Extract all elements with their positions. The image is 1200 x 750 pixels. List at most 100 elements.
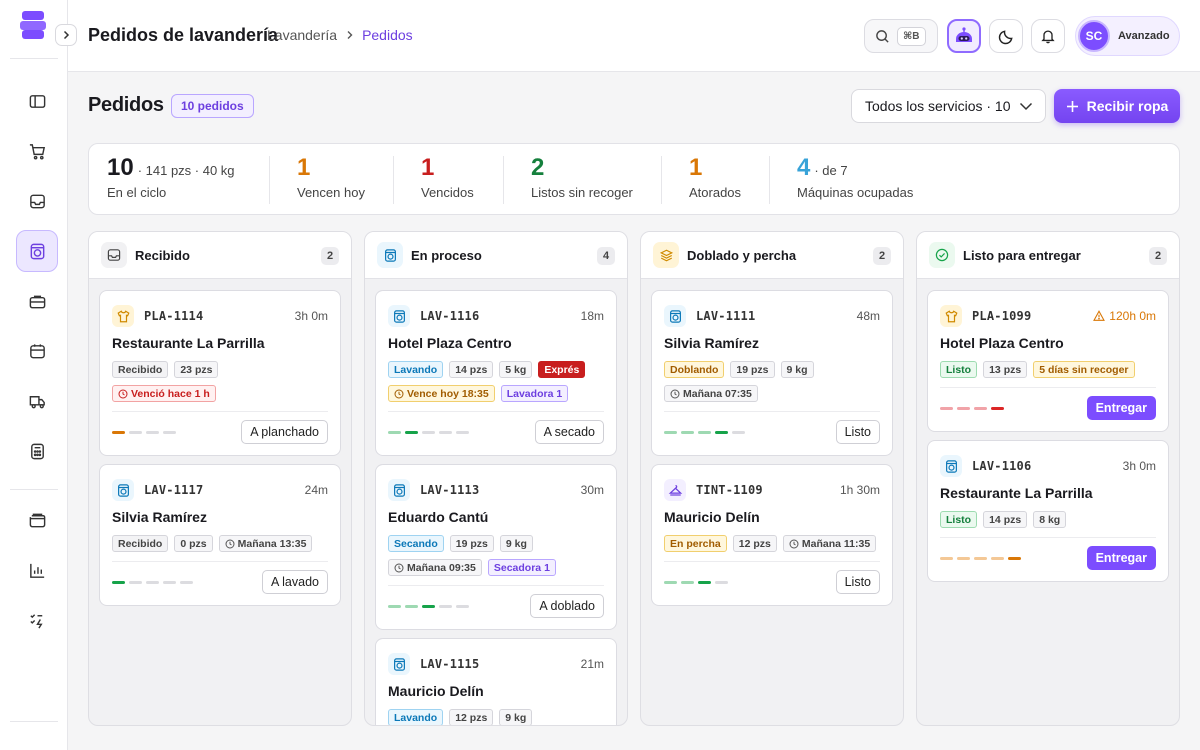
order-card[interactable]: PLA-1114 3h 0m Restaurante La Parrilla Reci…	[99, 290, 341, 456]
column-count: 2	[321, 247, 339, 265]
order-card-header: PLA-1099 120h 0m	[940, 305, 1156, 327]
advance-stage-button[interactable]: Entregar	[1086, 396, 1156, 420]
calculator-icon	[30, 443, 44, 459]
order-tag: 8 kg	[1033, 511, 1067, 528]
order-card[interactable]: PLA-1099 120h 0m Hotel Plaza Centro Listo 13…	[927, 290, 1169, 432]
stage-progress-step	[732, 431, 745, 434]
sidebar-item-tailoring[interactable]	[16, 280, 58, 322]
client-name: Mauricio Delín	[664, 509, 760, 525]
order-tag: 5 días sin recoger	[1033, 361, 1135, 378]
stage-progress-step	[664, 431, 677, 434]
sidebar-item-delivery[interactable]	[16, 380, 58, 422]
order-card-footer: Entregar	[940, 387, 1156, 425]
stage-progress-step	[129, 581, 142, 584]
sidebar-item-inbox[interactable]	[16, 180, 58, 222]
advance-stage-button[interactable]: A secado	[534, 420, 604, 444]
receive-clothes-button[interactable]: Recibir ropa	[1054, 89, 1180, 123]
order-tag-text: 5 días sin recoger	[1039, 363, 1129, 376]
order-tag: Venció hace 1 h	[112, 385, 216, 402]
stage-progress-step	[405, 431, 418, 434]
sidebar-item-automation[interactable]	[16, 599, 58, 641]
column-count: 2	[1149, 247, 1167, 265]
order-tag: Mañana 07:35	[664, 385, 758, 402]
user-menu[interactable]: SC Avanzado	[1075, 16, 1180, 56]
order-card-header: LAV-1117 24m	[112, 479, 328, 501]
clock-icon	[225, 538, 235, 549]
stage-progress-step	[991, 557, 1004, 560]
order-card[interactable]: LAV-1113 30m Eduardo Cantú Secando 19 pzs 9 k…	[375, 464, 617, 630]
order-tag: 14 pzs	[449, 361, 494, 378]
breadcrumb-laundry[interactable]: Lavandería	[267, 27, 337, 43]
advance-stage-button[interactable]: Entregar	[1086, 546, 1156, 570]
sidebar-item-calendar[interactable]	[16, 330, 58, 372]
elapsed-time-text: 48m	[856, 309, 880, 323]
sidebar-item-panel[interactable]	[16, 80, 58, 122]
sidebar-item-wallet[interactable]	[16, 499, 58, 541]
order-tag: Recibido	[112, 535, 169, 552]
app-logo[interactable]	[20, 11, 48, 39]
order-tag-text: Listo	[946, 363, 972, 376]
sidebar-item-laundry[interactable]	[16, 230, 58, 272]
stat-number: 2	[531, 154, 545, 181]
user-level: Avanzado	[1118, 30, 1170, 42]
advance-stage-button[interactable]: Listo	[835, 420, 880, 444]
advance-stage-button[interactable]: Listo	[835, 570, 880, 594]
column-count: 2	[873, 247, 891, 265]
sidebar-divider	[10, 58, 58, 59]
stage-progress-step	[664, 581, 677, 584]
breadcrumb-orders[interactable]: Pedidos	[362, 27, 413, 43]
stage-progress-step	[940, 557, 953, 560]
order-code: TINT-1109	[696, 483, 763, 497]
search-icon	[876, 29, 889, 43]
order-card[interactable]: TINT-1109 1h 30m Mauricio Delín En percha 12…	[651, 464, 893, 606]
column-header: En proceso 4	[365, 232, 627, 279]
stat-number: 1	[689, 154, 703, 181]
stage-progress-step	[439, 431, 452, 434]
order-card-header: PLA-1114 3h 0m	[112, 305, 328, 327]
washer-icon	[664, 305, 686, 327]
notifications-button[interactable]	[1031, 19, 1065, 53]
order-card-header: TINT-1109 1h 30m	[664, 479, 880, 501]
advance-stage-button[interactable]: A lavado	[262, 570, 328, 594]
order-card[interactable]: LAV-1106 3h 0m Restaurante La Parrilla List…	[927, 440, 1169, 582]
order-card[interactable]: LAV-1115 21m Mauricio Delín Lavando 12 pzs 9 …	[375, 638, 617, 725]
stat-label: Listos sin recoger	[531, 185, 633, 200]
elapsed-time: 24m	[305, 483, 328, 497]
assistant-button[interactable]	[947, 19, 981, 53]
sidebar-toggle-button[interactable]	[55, 24, 77, 46]
service-filter-value: Todos los servicios · 10	[865, 98, 1011, 114]
order-tag-text: Mañana 13:35	[237, 537, 307, 550]
sidebar-item-calculator[interactable]	[16, 430, 58, 472]
theme-toggle-button[interactable]	[989, 19, 1023, 53]
order-tags: Doblando 19 pzs 9 kg	[664, 361, 814, 378]
sidebar-item-cart[interactable]	[16, 130, 58, 172]
order-card-footer: A lavado	[112, 561, 328, 599]
stage-progress-step	[991, 407, 1004, 410]
stage-progress-step	[163, 431, 176, 434]
sidebar-item-reports[interactable]	[16, 549, 58, 591]
order-tag-text: Vence hoy 18:35	[407, 387, 489, 400]
order-tag: 19 pzs	[449, 535, 494, 552]
elapsed-time: 3h 0m	[295, 309, 328, 323]
order-tag: Mañana 11:35	[782, 535, 877, 552]
order-tag-text: En percha	[670, 537, 721, 550]
order-code: LAV-1111	[696, 309, 756, 323]
section-title: Pedidos	[88, 94, 164, 116]
washer-icon	[388, 653, 410, 675]
stage-progress-step	[681, 431, 694, 434]
order-card[interactable]: LAV-1117 24m Silvia Ramírez Recibido 0 pzs Ma…	[99, 464, 341, 606]
order-card[interactable]: LAV-1111 48m Silvia Ramírez Doblando 19 pzs 9…	[651, 290, 893, 456]
stat-value: 10 · 141 pzs · 40 kg	[107, 154, 235, 182]
order-tag-text: Doblando	[670, 363, 719, 376]
orders-count-badge: 10 pedidos	[171, 94, 254, 118]
stat-number: 10	[107, 154, 134, 181]
service-filter-select[interactable]: Todos los servicios · 10	[851, 89, 1046, 123]
order-tag-text: Recibido	[118, 537, 163, 550]
sidebar	[0, 0, 68, 750]
search-button[interactable]: ⌘B	[864, 19, 938, 53]
order-card-footer: A secado	[388, 411, 604, 449]
order-card[interactable]: LAV-1116 18m Hotel Plaza Centro Lavando 14 p…	[375, 290, 617, 456]
advance-stage-button[interactable]: A doblado	[530, 594, 604, 618]
breadcrumb: Lavandería Pedidos	[267, 27, 413, 43]
advance-stage-button[interactable]: A planchado	[241, 420, 328, 444]
